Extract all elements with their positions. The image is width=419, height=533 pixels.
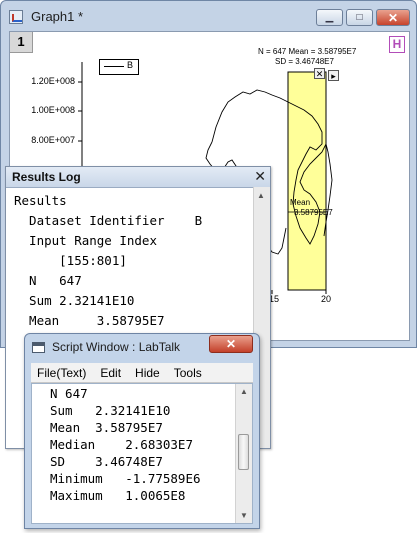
legend-line-sample: [104, 66, 124, 67]
log-line: Input Range Index: [14, 233, 157, 248]
script-line: N 647: [50, 386, 88, 401]
graph-close-button[interactable]: ✕: [376, 9, 410, 26]
minimize-icon: ▁: [325, 12, 334, 23]
mean-label: Mean: [290, 198, 311, 207]
stats-label-sd: SD = 3.46748E7: [275, 57, 334, 66]
close-icon: ✕: [225, 337, 237, 351]
scroll-up-arrow-icon[interactable]: ▲: [240, 387, 248, 396]
menu-edit[interactable]: Edit: [100, 366, 121, 380]
log-line: N 647: [14, 273, 82, 288]
script-line: Sum 2.32141E10: [50, 403, 171, 418]
y-tick-label: 8.00E+007: [31, 135, 75, 145]
maximize-icon: □: [356, 12, 363, 23]
log-line: Results: [14, 193, 67, 208]
menu-hide[interactable]: Hide: [135, 366, 160, 380]
scroll-up-arrow-icon[interactable]: ▲: [257, 191, 265, 200]
graph-titlebar[interactable]: Graph1 * ▁ □ ✕: [5, 7, 412, 29]
script-output-area[interactable]: N 647 Sum 2.32141E10 Mean 3.58795E7 Medi…: [31, 383, 253, 524]
scrollbar-thumb[interactable]: [238, 434, 249, 470]
close-icon: ✕: [387, 10, 399, 25]
script-line: SD 3.46748E7: [50, 454, 163, 469]
log-line: Dataset Identifier B: [14, 213, 203, 228]
range-close-icon[interactable]: ✕: [314, 68, 325, 79]
menu-file-text[interactable]: File(Text): [37, 366, 86, 380]
range-menu-arrow-icon[interactable]: ▸: [328, 70, 339, 81]
script-scrollbar[interactable]: ▲ ▼: [235, 384, 252, 523]
x-tick-label: 20: [321, 294, 332, 304]
script-line: Median 2.68303E7: [50, 437, 193, 452]
script-window-title: Script Window : LabTalk: [52, 340, 181, 354]
script-line: Mean 3.58795E7: [50, 420, 163, 435]
log-line: Mean 3.58795E7: [14, 313, 165, 328]
script-window-titlebar[interactable]: Script Window : LabTalk ✕: [25, 334, 259, 360]
legend-label: B: [127, 60, 134, 70]
maximize-button[interactable]: □: [346, 9, 373, 26]
script-line: Minimum -1.77589E6: [50, 471, 201, 486]
script-line: Maximum 1.0065E8: [50, 488, 186, 503]
graph-window-title: Graph1 *: [31, 9, 84, 24]
stats-label-n-mean: N = 647 Mean = 3.58795E7: [258, 47, 357, 56]
results-log-close-icon[interactable]: ✕: [254, 168, 266, 185]
graph-app-icon: [9, 10, 23, 24]
log-line: Sum 2.32141E10: [14, 293, 135, 308]
mean-value: 3.58795E7: [294, 208, 333, 217]
log-line: [155:801]: [14, 253, 127, 268]
results-log-title: Results Log: [12, 170, 81, 184]
y-tick-label: 1.20E+008: [31, 76, 75, 86]
menu-tools[interactable]: Tools: [174, 366, 202, 380]
y-tick-label: 1.00E+008: [31, 105, 75, 115]
script-window[interactable]: Script Window : LabTalk ✕ File(Text) Edi…: [24, 333, 260, 529]
legend[interactable]: B: [99, 59, 139, 75]
script-window-icon: [32, 342, 45, 353]
minimize-button[interactable]: ▁: [316, 9, 343, 26]
results-log-header[interactable]: Results Log ✕: [6, 167, 270, 188]
script-menubar: File(Text) Edit Hide Tools: [31, 363, 253, 383]
scroll-down-arrow-icon[interactable]: ▼: [240, 511, 248, 520]
script-close-button[interactable]: ✕: [209, 335, 253, 353]
